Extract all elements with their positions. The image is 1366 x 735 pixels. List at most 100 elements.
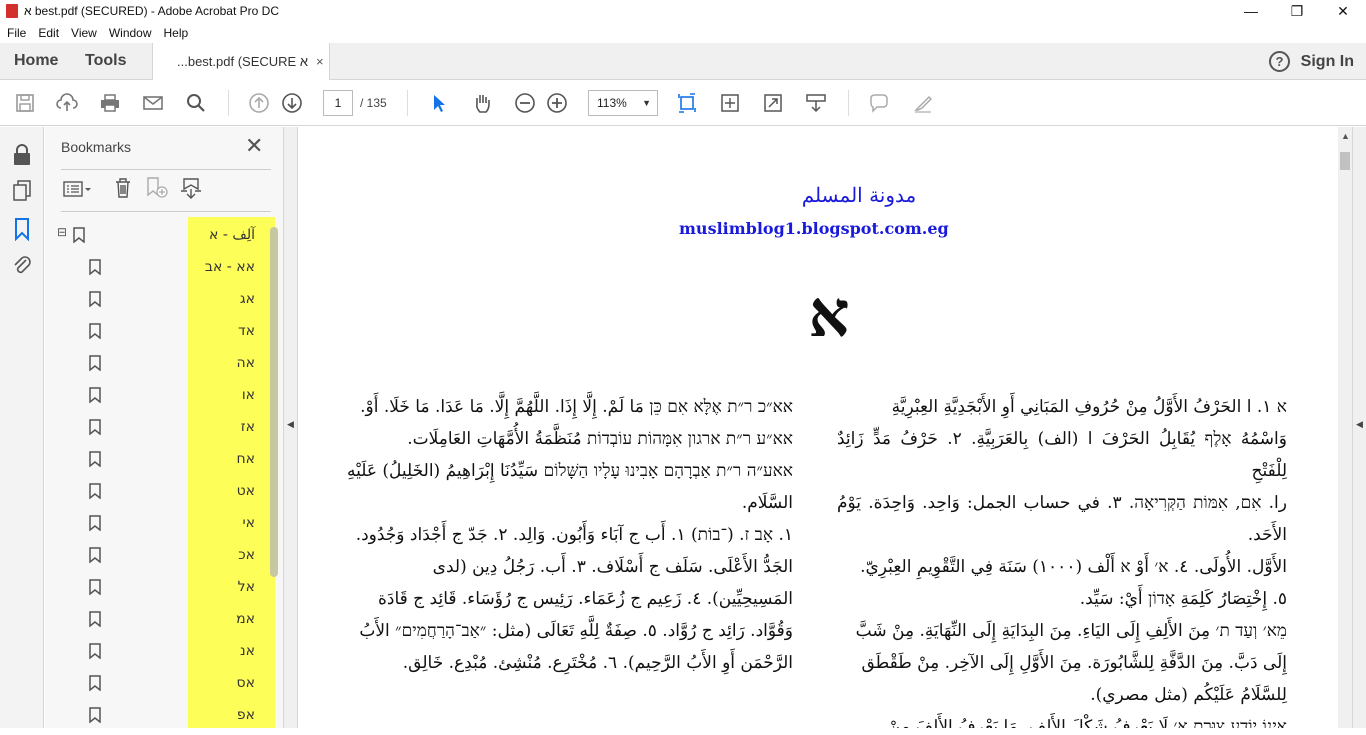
- tab-document[interactable]: ...best.pdf (SECURE א ×: [152, 43, 330, 80]
- new-bookmark-icon[interactable]: [145, 177, 169, 199]
- zoom-out-icon[interactable]: [513, 91, 537, 115]
- document-scrollbar[interactable]: ▲: [1338, 127, 1352, 728]
- restore-button[interactable]: ❐: [1274, 0, 1320, 22]
- bookmark-item-11[interactable]: אל: [45, 571, 275, 603]
- bookmark-label: אנ: [240, 643, 255, 659]
- bookmark-flag-icon: [89, 483, 101, 499]
- zoom-select[interactable]: 113% ▼: [588, 90, 658, 116]
- print-icon[interactable]: [98, 91, 122, 115]
- text-line: را. אִם, אִמּוֹת הַקְּרִיאָה. ٣. في حساب…: [837, 493, 1287, 545]
- scrollbar-thumb[interactable]: [1340, 152, 1350, 170]
- toolbar-separator: [228, 90, 229, 116]
- page-number-input[interactable]: 1: [323, 90, 353, 116]
- menu-edit[interactable]: Edit: [38, 26, 59, 40]
- bookmark-label: אה: [236, 355, 255, 371]
- bookmark-item-5[interactable]: או: [45, 379, 275, 411]
- fit-page-icon[interactable]: [718, 91, 742, 115]
- text-line: אֵינוֹ יוֹדֵעַ צוּרַת א׳ لَا يَعْرِفُ شَ…: [888, 717, 1287, 728]
- next-page-icon[interactable]: [280, 91, 304, 115]
- tab-tools[interactable]: Tools: [85, 43, 126, 79]
- bookmark-item-15[interactable]: אפ: [45, 699, 275, 731]
- bookmark-item-12[interactable]: אמ: [45, 603, 275, 635]
- close-window-button[interactable]: ✕: [1320, 0, 1366, 22]
- bookmark-item-14[interactable]: אס: [45, 667, 275, 699]
- bookmark-item-13[interactable]: אנ: [45, 635, 275, 667]
- bookmark-label: آلِف - א: [209, 227, 255, 243]
- section-letter-heading: א: [808, 277, 850, 352]
- toolbar-separator: [848, 90, 849, 116]
- page-thumbnails-icon[interactable]: [11, 179, 33, 203]
- attachment-icon[interactable]: [11, 253, 33, 277]
- sign-in-button[interactable]: Sign In: [1301, 43, 1354, 80]
- window-controls: — ❐ ✕: [1228, 0, 1366, 22]
- help-icon[interactable]: ?: [1269, 51, 1290, 72]
- bookmark-item-2[interactable]: אג: [45, 283, 275, 315]
- bookmark-item-1[interactable]: אא - אב: [45, 251, 275, 283]
- collapse-toggle-icon[interactable]: ⊟: [57, 225, 67, 239]
- bookmark-item-4[interactable]: אה: [45, 347, 275, 379]
- bookmark-flag-icon: [89, 707, 101, 723]
- bookmark-flag-icon: [89, 387, 101, 403]
- scroll-mode-icon[interactable]: [675, 91, 699, 115]
- bookmarks-panel: Bookmarks ✕ ⊟ آلِف - א אא - אב אג אד אה: [45, 127, 284, 728]
- scroll-up-icon[interactable]: ▲: [1341, 131, 1350, 141]
- bookmark-item-9[interactable]: אי: [45, 507, 275, 539]
- bookmark-item-6[interactable]: אז: [45, 411, 275, 443]
- bookmark-item-10[interactable]: אכ: [45, 539, 275, 571]
- email-icon[interactable]: [141, 91, 165, 115]
- bookmarks-title: Bookmarks: [61, 139, 132, 155]
- bookmark-item-8[interactable]: אט: [45, 475, 275, 507]
- close-tab-icon[interactable]: ×: [316, 54, 324, 69]
- zoom-value: 113%: [597, 96, 627, 110]
- options-menu-icon[interactable]: [63, 179, 93, 199]
- document-view[interactable]: مدونة المسلم muslimblog1.blogspot.com.eg…: [299, 127, 1352, 728]
- comment-icon[interactable]: [867, 91, 891, 115]
- upload-cloud-icon[interactable]: [55, 91, 79, 115]
- bookmark-flag-icon: [89, 579, 101, 595]
- read-mode-icon[interactable]: [804, 91, 828, 115]
- search-icon[interactable]: [184, 91, 208, 115]
- minimize-button[interactable]: —: [1228, 0, 1274, 22]
- bookmark-label: אט: [236, 483, 255, 499]
- menu-bar: File Edit View Window Help: [0, 22, 1366, 43]
- bookmark-label: אז: [240, 419, 255, 435]
- page-total-label: / 135: [360, 96, 387, 110]
- bookmark-flag-icon: [89, 451, 101, 467]
- menu-help[interactable]: Help: [164, 26, 189, 40]
- collapse-right-pane-handle[interactable]: ◀: [1352, 127, 1366, 728]
- chevron-down-icon: ▼: [642, 98, 651, 108]
- text-line: ٥. إِخْتِصَارُ كَلِمَةِ אָדוֹן أَيْ: سَي…: [1079, 589, 1287, 609]
- bookmark-flag-icon: [89, 323, 101, 339]
- highlight-pen-icon[interactable]: [911, 91, 935, 115]
- full-screen-icon[interactable]: [761, 91, 785, 115]
- previous-page-icon[interactable]: [247, 91, 271, 115]
- bookmark-icon[interactable]: [11, 217, 33, 242]
- text-line: المَسِيحِيِّين). ٤. زَعِيم ج زُعَمَاء. ر…: [377, 589, 793, 609]
- save-icon[interactable]: [13, 91, 37, 115]
- bookmark-item-0[interactable]: ⊟ آلِف - א: [45, 219, 275, 251]
- bookmark-flag-icon: [89, 611, 101, 627]
- zoom-in-icon[interactable]: [545, 91, 569, 115]
- tab-home[interactable]: Home: [14, 43, 58, 79]
- hand-tool-icon[interactable]: [470, 91, 494, 115]
- bookmark-flag-icon: [89, 547, 101, 563]
- bookmark-label: אא - אב: [204, 259, 255, 275]
- menu-view[interactable]: View: [71, 26, 97, 40]
- chevron-right-icon: ◀: [1356, 419, 1363, 429]
- bookmark-label: אס: [236, 675, 255, 691]
- bookmark-item-3[interactable]: אד: [45, 315, 275, 347]
- select-cursor-icon[interactable]: [427, 91, 451, 115]
- close-panel-icon[interactable]: ✕: [245, 135, 263, 157]
- bookmark-flag-icon: [89, 291, 101, 307]
- lock-icon[interactable]: [11, 143, 33, 167]
- text-line: אא״ע ר״ת ארגון אִמָּהוֹת עוֹבְדוֹת مُنَظ…: [407, 429, 793, 449]
- menu-window[interactable]: Window: [109, 26, 152, 40]
- delete-bookmark-icon[interactable]: [113, 177, 133, 199]
- bookmark-flag-icon: [89, 259, 101, 275]
- blog-name-watermark: مدونة المسلم: [801, 183, 917, 207]
- bookmark-flag-icon: [89, 675, 101, 691]
- expand-bookmark-icon[interactable]: [179, 177, 203, 199]
- bookmark-item-7[interactable]: אח: [45, 443, 275, 475]
- collapse-left-pane-handle[interactable]: ◀: [284, 127, 298, 728]
- menu-file[interactable]: File: [7, 26, 26, 40]
